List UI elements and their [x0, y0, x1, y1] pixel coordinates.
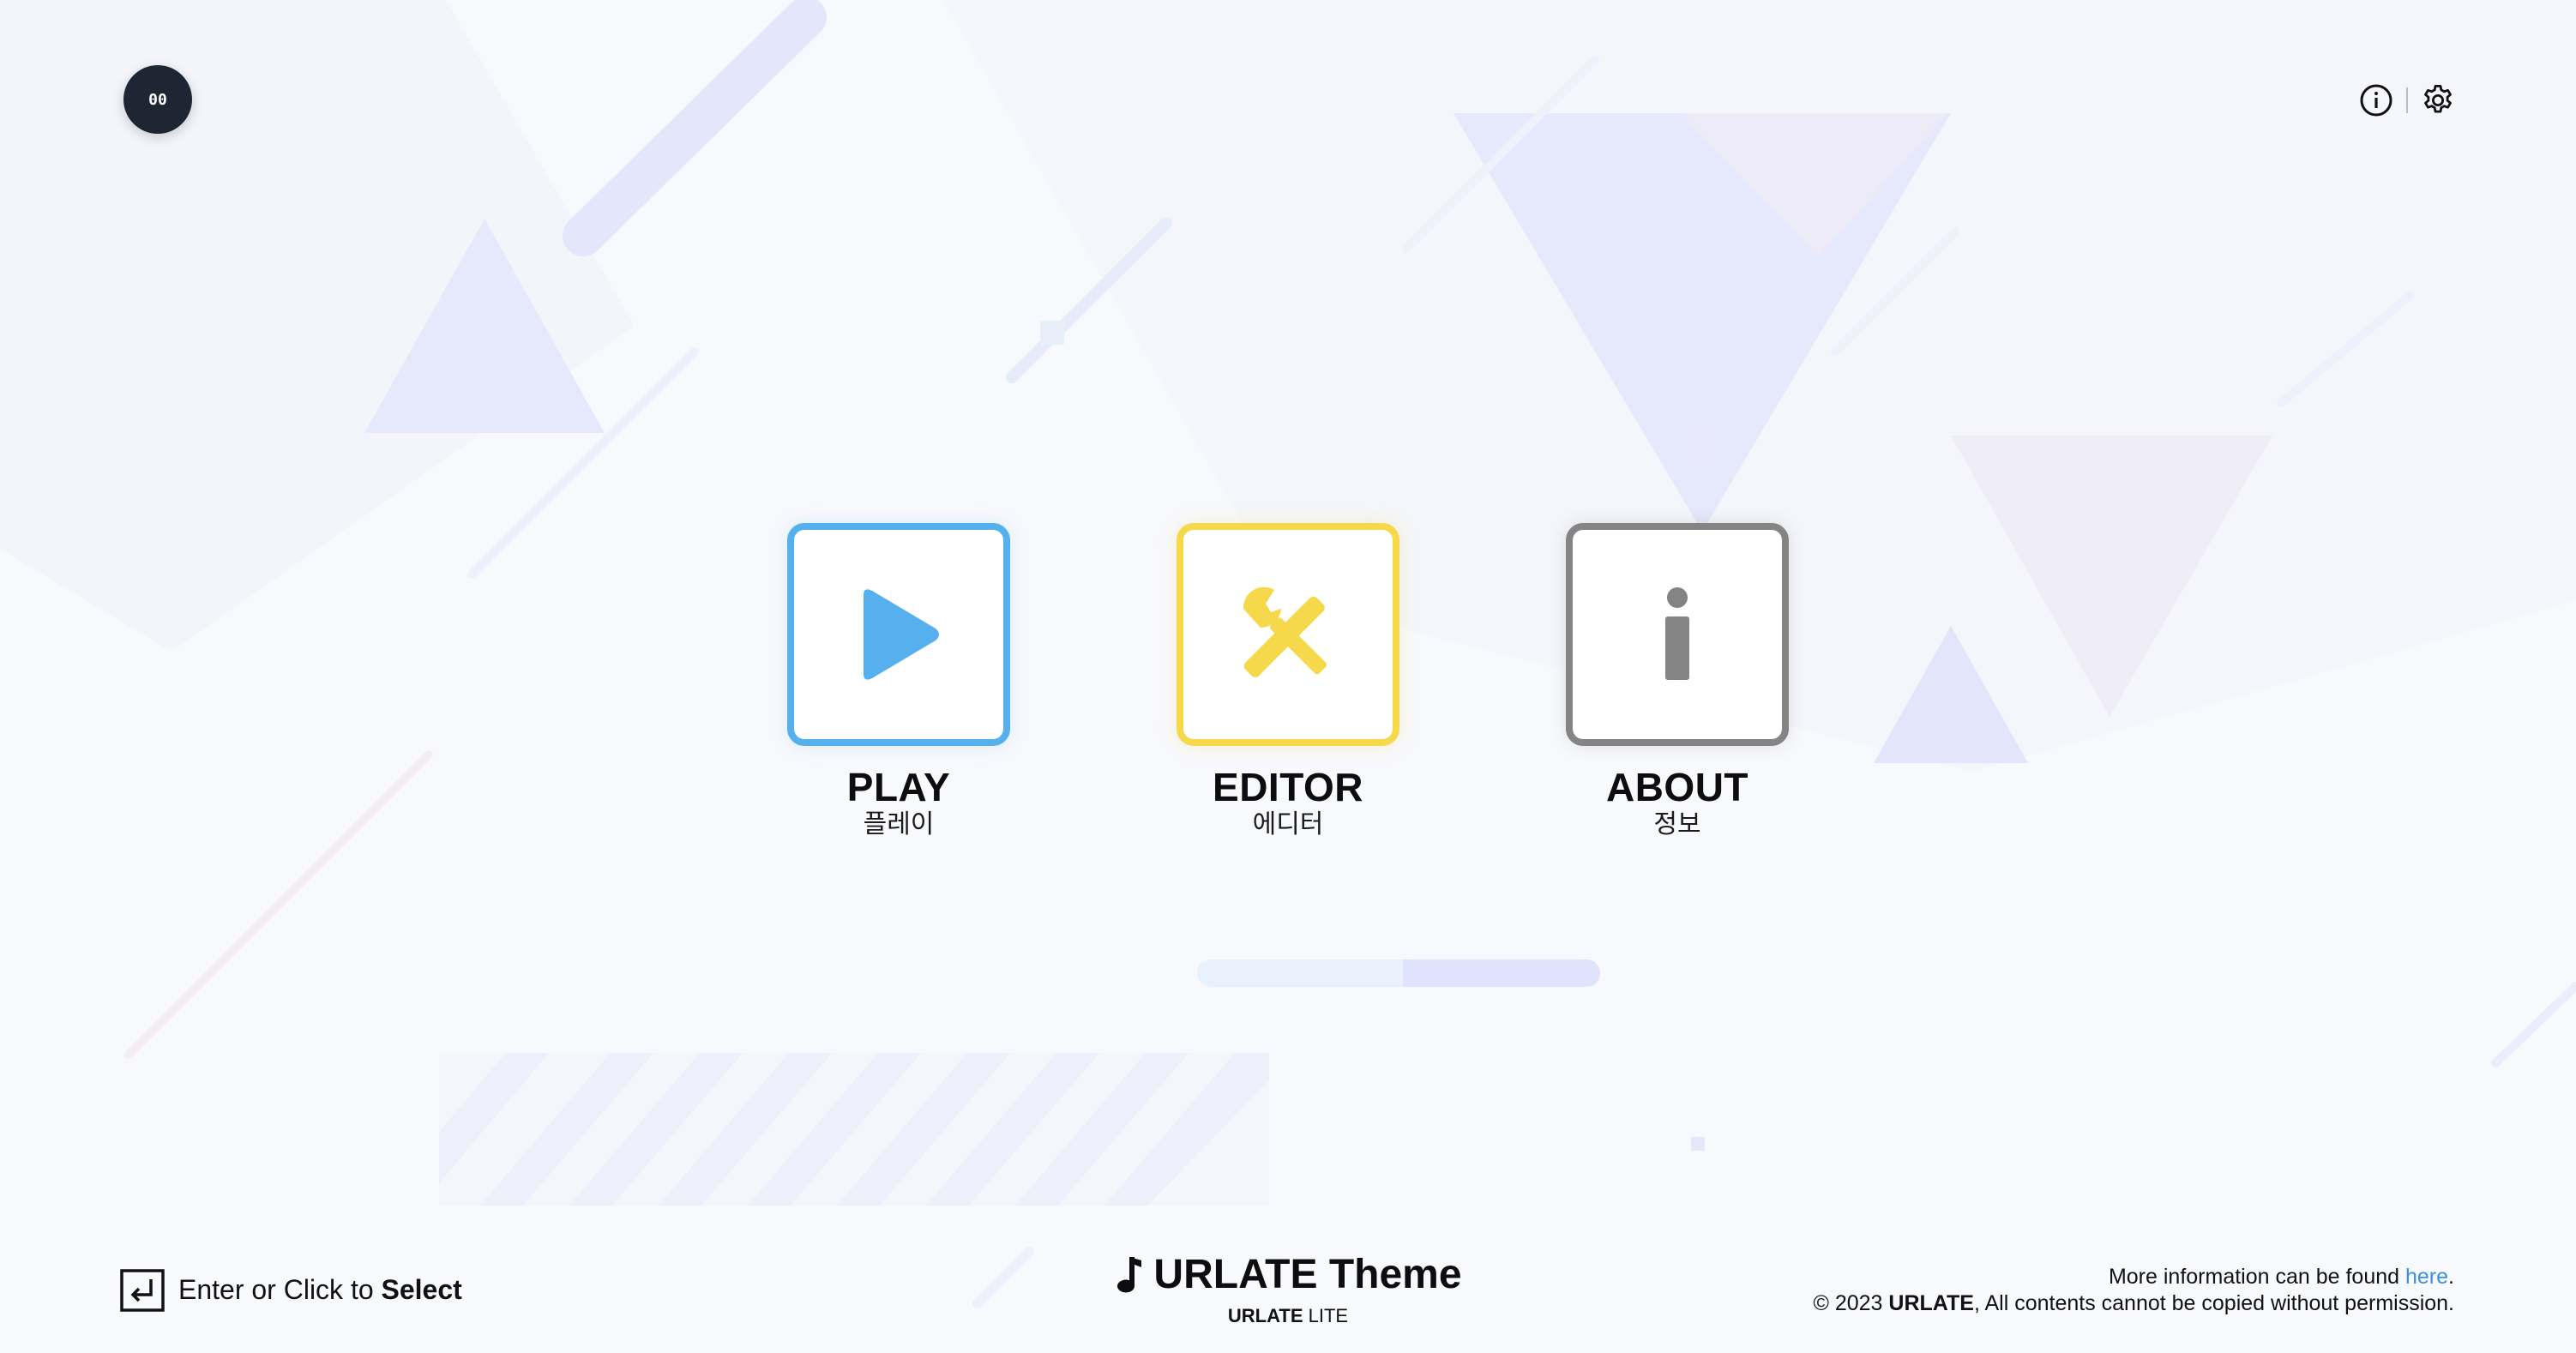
menu-subtitle-about: 정보	[1653, 810, 1701, 839]
more-info-link[interactable]: here	[2405, 1265, 2448, 1289]
edition-brand: URLATE	[1227, 1305, 1303, 1326]
theme-title-row: URLATE Theme	[1029, 1248, 1547, 1300]
theme-edition: URLATE LITE	[1029, 1305, 1547, 1327]
theme-label: URLATE Theme URLATE LITE	[1029, 1248, 1547, 1327]
progress-bar	[1197, 959, 1600, 987]
edition-name: LITE	[1308, 1305, 1349, 1326]
menu-item-editor[interactable]: EDITOR 에디터	[1177, 523, 1399, 840]
main-menu-screen: 00 PLAY 플레이 EDITOR 에디터 ABOUT 정보 Enter or…	[0, 0, 2576, 1353]
copyright-prefix: © 2023	[1813, 1291, 1889, 1315]
menu-title-editor: EDITOR	[1213, 765, 1363, 809]
menu-title-about: ABOUT	[1605, 765, 1749, 809]
more-info-line: More information can be found here.	[1813, 1264, 2454, 1290]
legal-info: More information can be found here. © 20…	[1813, 1264, 2454, 1317]
menu-item-about[interactable]: ABOUT 정보	[1566, 523, 1789, 840]
menu-subtitle-play: 플레이	[863, 810, 935, 839]
profile-initials: 00	[148, 90, 167, 109]
background-stripes	[439, 1053, 1269, 1206]
hint-text: Enter or Click to Select	[178, 1274, 462, 1306]
copyright-brand: URLATE	[1888, 1291, 1974, 1315]
copyright-line: © 2023 URLATE, All contents cannot be co…	[1813, 1290, 2454, 1317]
theme-name: URLATE Theme	[1153, 1251, 1462, 1297]
enter-key-icon	[120, 1269, 165, 1312]
gear-icon[interactable]	[2420, 82, 2456, 118]
info-circle-icon[interactable]	[2358, 82, 2394, 118]
play-icon	[864, 589, 939, 680]
header-divider	[2406, 87, 2408, 113]
menu-subtitle-editor: 에디터	[1252, 810, 1324, 839]
play-tile[interactable]	[787, 523, 1010, 746]
more-info-text: More information can be found	[2108, 1265, 2405, 1289]
copyright-suffix: , All contents cannot be copied without …	[1973, 1291, 2454, 1315]
editor-tile[interactable]	[1177, 523, 1399, 746]
progress-fill	[1402, 959, 1600, 987]
info-icon	[1665, 587, 1689, 680]
hint-prefix: Enter or Click to	[178, 1273, 382, 1305]
menu-item-play[interactable]: PLAY 플레이	[787, 523, 1010, 840]
music-note-icon	[1117, 1257, 1142, 1293]
hint-action: Select	[381, 1273, 462, 1305]
top-right-controls	[2358, 82, 2456, 118]
profile-button[interactable]: 00	[123, 65, 192, 134]
tools-icon	[1243, 586, 1327, 677]
menu-title-play: PLAY	[846, 765, 951, 809]
about-tile[interactable]	[1566, 523, 1789, 746]
more-info-period: .	[2448, 1265, 2454, 1289]
select-hint: Enter or Click to Select	[120, 1267, 462, 1312]
